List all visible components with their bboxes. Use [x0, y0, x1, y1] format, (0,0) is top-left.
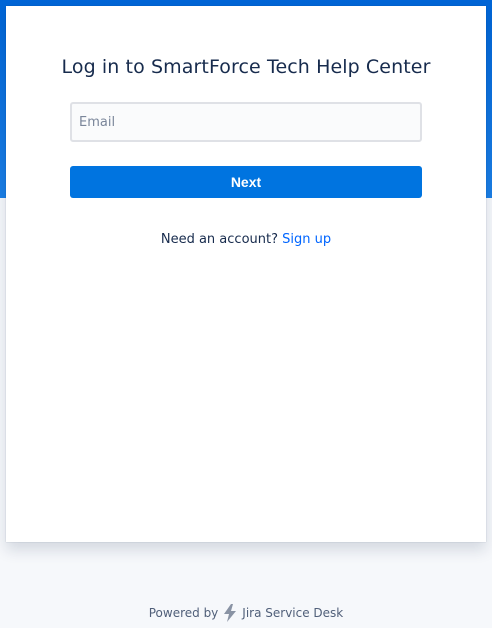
product-name[interactable]: Jira Service Desk	[242, 606, 343, 620]
powered-by-footer: Powered by Jira Service Desk	[0, 604, 492, 622]
powered-by-text: Powered by	[148, 606, 219, 620]
page-title: Log in to SmartForce Tech Help Center	[61, 56, 431, 78]
signup-link[interactable]: Sign up	[282, 232, 331, 247]
signup-prompt-line: Need an account? Sign up	[6, 232, 486, 247]
login-card: Log in to SmartForce Tech Help Center Ne…	[6, 6, 486, 542]
next-button[interactable]: Next	[70, 166, 422, 198]
email-field[interactable]	[70, 102, 422, 142]
signup-prompt-text: Need an account?	[160, 232, 278, 247]
bolt-icon	[222, 604, 238, 622]
